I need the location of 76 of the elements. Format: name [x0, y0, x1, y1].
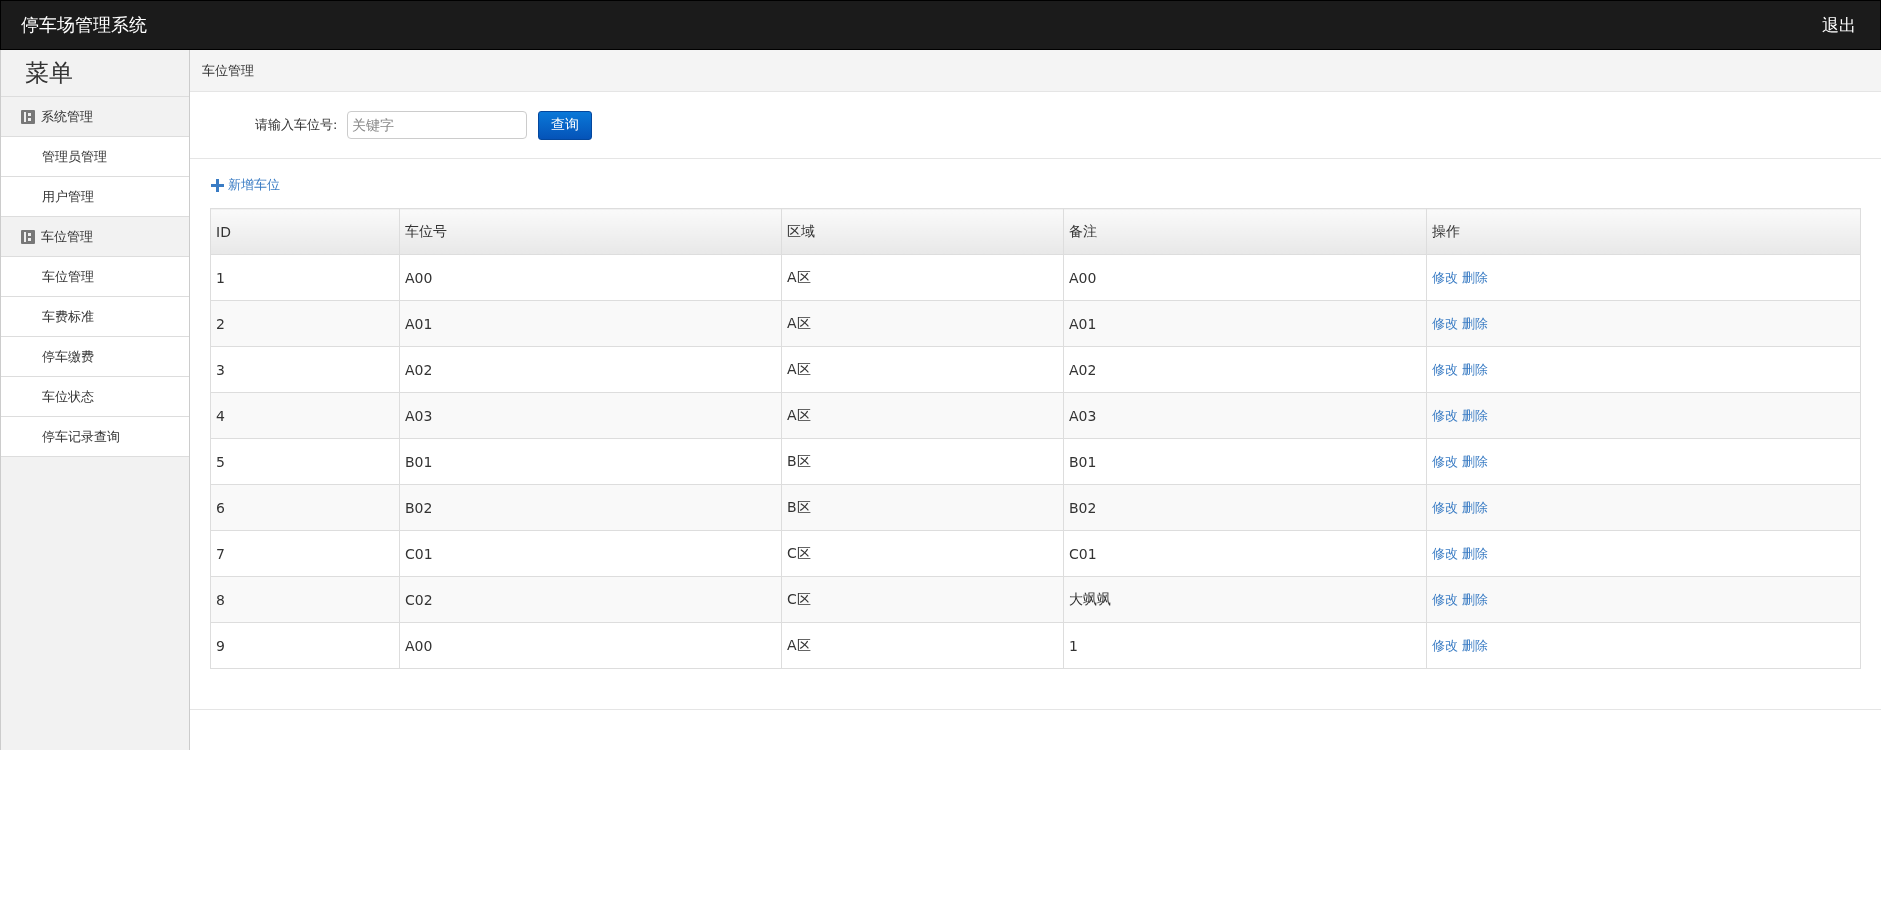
table-cell: 大飒飒 [1063, 576, 1427, 623]
table-cell: 8 [210, 576, 400, 623]
delete-link[interactable]: 删除 [1462, 453, 1488, 469]
table-cell: B01 [1063, 438, 1427, 485]
edit-link[interactable]: 修改 [1432, 545, 1458, 561]
delete-link[interactable]: 删除 [1462, 269, 1488, 285]
breadcrumb: 车位管理 [190, 50, 1881, 92]
table-cell: A00 [399, 622, 782, 669]
table-cell: C02 [399, 576, 782, 623]
table-cell: 5 [210, 438, 400, 485]
table-cell: A02 [1063, 346, 1427, 393]
table-cell: A区 [781, 392, 1064, 439]
table-cell: A区 [781, 254, 1064, 301]
book-icon [21, 229, 35, 244]
edit-link[interactable]: 修改 [1432, 407, 1458, 423]
menu-item[interactable]: 停车缴费 [1, 337, 189, 377]
table-cell: B01 [399, 438, 782, 485]
menu-item[interactable]: 管理员管理 [1, 137, 189, 177]
edit-link[interactable]: 修改 [1432, 499, 1458, 515]
delete-link[interactable]: 删除 [1462, 499, 1488, 515]
table-cell: C区 [781, 530, 1064, 577]
table-cell: A03 [399, 392, 782, 439]
table-cell: C01 [1063, 530, 1427, 577]
edit-link[interactable]: 修改 [1432, 591, 1458, 607]
table-cell: A区 [781, 622, 1064, 669]
table-cell: A区 [781, 346, 1064, 393]
table-cell: A00 [1063, 254, 1427, 301]
edit-link[interactable]: 修改 [1432, 315, 1458, 331]
edit-link[interactable]: 修改 [1432, 453, 1458, 469]
add-link[interactable]: 新增车位 [211, 176, 280, 194]
table-cell: B区 [781, 484, 1064, 531]
delete-link[interactable]: 删除 [1462, 591, 1488, 607]
table-cell: 7 [210, 530, 400, 577]
table-cell: 3 [210, 346, 400, 393]
delete-link[interactable]: 删除 [1462, 315, 1488, 331]
search-field[interactable]: 关键字 [347, 111, 528, 139]
table-cell: 1 [210, 254, 400, 301]
table-cell: 9 [210, 622, 400, 669]
table-cell: B02 [399, 484, 782, 531]
app-title: 停车场管理系统 [21, 13, 147, 37]
column-header: 车位号 [399, 208, 782, 255]
menu-item[interactable]: 车位管理 [1, 257, 189, 297]
table-cell: C区 [781, 576, 1064, 623]
table-cell: A02 [399, 346, 782, 393]
table-cell: C01 [399, 530, 782, 577]
table-cell: B02 [1063, 484, 1427, 531]
table-cell: A01 [1063, 300, 1427, 347]
delete-link[interactable]: 删除 [1462, 407, 1488, 423]
search-button[interactable]: 查询 [538, 110, 593, 140]
edit-link[interactable]: 修改 [1432, 637, 1458, 653]
table-cell: A00 [399, 254, 782, 301]
logout-link[interactable]: 退出 [1822, 13, 1856, 37]
menu-item[interactable]: 用户管理 [1, 177, 189, 217]
table-cell: 2 [210, 300, 400, 347]
table-cell: 6 [210, 484, 400, 531]
menu-item[interactable]: 车位状态 [1, 377, 189, 417]
plus-icon [211, 178, 224, 192]
table-cell: 4 [210, 392, 400, 439]
column-header: 备注 [1063, 208, 1427, 255]
edit-link[interactable]: 修改 [1432, 269, 1458, 285]
search-label: 请输入车位号: [255, 116, 338, 134]
column-header: 操作 [1426, 208, 1861, 255]
table-cell: B区 [781, 438, 1064, 485]
menu-item[interactable]: 停车记录查询 [1, 417, 189, 457]
book-icon [21, 109, 35, 124]
table-cell: A03 [1063, 392, 1427, 439]
column-header: ID [210, 208, 400, 255]
delete-link[interactable]: 删除 [1462, 361, 1488, 377]
column-header: 区域 [781, 208, 1064, 255]
delete-link[interactable]: 删除 [1462, 637, 1488, 653]
table-cell: A01 [399, 300, 782, 347]
delete-link[interactable]: 删除 [1462, 545, 1488, 561]
table-cell: 1 [1063, 622, 1427, 669]
edit-link[interactable]: 修改 [1432, 361, 1458, 377]
table-cell: A区 [781, 300, 1064, 347]
menu-item[interactable]: 车费标准 [1, 297, 189, 337]
